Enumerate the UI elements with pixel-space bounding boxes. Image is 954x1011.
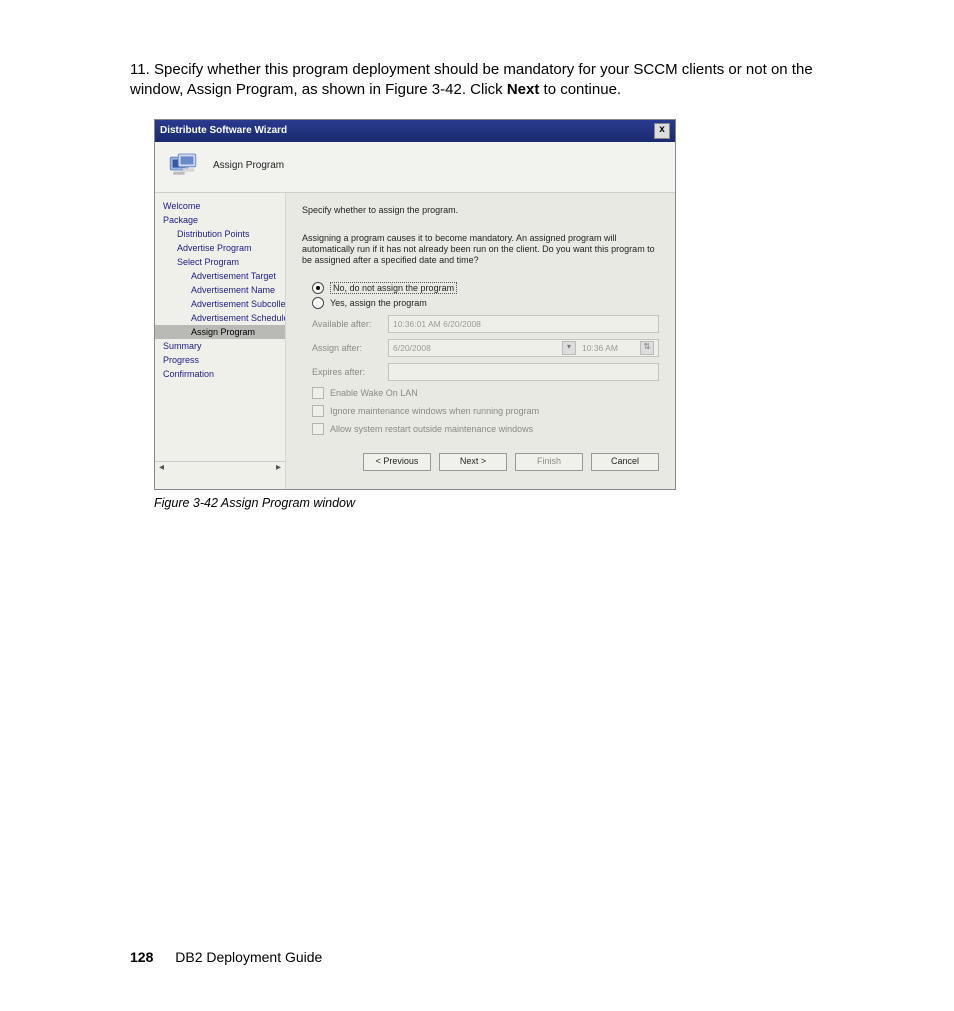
next-button[interactable]: Next > — [439, 453, 507, 471]
checkbox-allow-restart: Allow system restart outside maintenance… — [312, 423, 659, 435]
available-after-value: 10:36:01 AM 6/20/2008 — [388, 315, 659, 333]
sidebar-item-distribution-points[interactable]: Distribution Points — [155, 227, 285, 241]
wizard-window: Distribute Software Wizard x Assign Prog… — [154, 119, 676, 491]
sidebar-scrollbar[interactable]: ◂ ▸ — [155, 461, 285, 473]
checkbox-wake-on-lan: Enable Wake On LAN — [312, 387, 659, 399]
sidebar-item-summary[interactable]: Summary — [155, 339, 285, 353]
page-footer: 128 DB2 Deployment Guide — [130, 949, 322, 965]
previous-button[interactable]: < Previous — [363, 453, 431, 471]
spinner-icon: ⇅ — [640, 341, 654, 355]
sidebar-item-confirmation[interactable]: Confirmation — [155, 367, 285, 381]
sidebar-item-package[interactable]: Package — [155, 213, 285, 227]
assign-after-row: Assign after: 6/20/2008 ▾ 10:36 AM ⇅ — [312, 339, 659, 357]
checkbox-icon — [312, 405, 324, 417]
close-icon[interactable]: x — [654, 123, 670, 139]
titlebar: Distribute Software Wizard x — [155, 120, 675, 142]
description-text: Assigning a program causes it to become … — [302, 233, 659, 267]
sidebar-item-adv-subcollection[interactable]: Advertisement Subcollec — [155, 297, 285, 311]
assign-after-label: Assign after: — [312, 343, 388, 353]
assign-after-date-field: 6/20/2008 ▾ 10:36 AM ⇅ — [388, 339, 659, 357]
sidebar-item-assign-program[interactable]: Assign Program — [155, 325, 285, 339]
available-after-row: Available after: 10:36:01 AM 6/20/2008 — [312, 315, 659, 333]
sidebar-item-advertise-program[interactable]: Advertise Program — [155, 241, 285, 255]
page-number: 128 — [130, 949, 153, 965]
list-number: 11. — [130, 60, 154, 80]
wizard-header: Assign Program — [155, 142, 675, 193]
figure-caption: Figure 3-42 Assign Program window — [154, 496, 844, 510]
cancel-button[interactable]: Cancel — [591, 453, 659, 471]
wizard-main: Specify whether to assign the program. A… — [286, 193, 675, 490]
scroll-left-icon[interactable]: ◂ — [159, 462, 164, 473]
sidebar-item-adv-schedule[interactable]: Advertisement Schedule — [155, 311, 285, 325]
button-row: < Previous Next > Finish Cancel — [302, 435, 659, 481]
finish-button: Finish — [515, 453, 583, 471]
wizard-sidebar: Welcome Package Distribution Points Adve… — [155, 193, 286, 490]
scroll-right-icon[interactable]: ▸ — [276, 462, 281, 473]
window-title: Distribute Software Wizard — [160, 125, 287, 136]
sidebar-item-select-program[interactable]: Select Program — [155, 255, 285, 269]
checkbox-icon — [312, 423, 324, 435]
expires-after-row: Expires after: — [312, 363, 659, 381]
computer-icon — [167, 152, 199, 180]
sidebar-item-progress[interactable]: Progress — [155, 353, 285, 367]
dropdown-icon: ▾ — [562, 341, 576, 355]
radio-unselected-icon[interactable] — [312, 297, 324, 309]
header-title: Assign Program — [213, 160, 284, 171]
checkbox-ignore-maintenance: Ignore maintenance windows when running … — [312, 405, 659, 417]
doc-title: DB2 Deployment Guide — [175, 949, 322, 965]
radio-selected-icon[interactable] — [312, 282, 324, 294]
instruction-text: 11.Specify whether this program deployme… — [130, 60, 844, 101]
prompt-text: Specify whether to assign the program. — [302, 205, 659, 215]
checkbox-icon — [312, 387, 324, 399]
expires-after-label: Expires after: — [312, 367, 388, 377]
sidebar-item-welcome[interactable]: Welcome — [155, 199, 285, 213]
radio-yes-assign[interactable]: Yes, assign the program — [312, 297, 659, 309]
radio-no-assign[interactable]: No, do not assign the program — [312, 282, 659, 294]
available-after-label: Available after: — [312, 319, 388, 329]
radio-no-label: No, do not assign the program — [330, 282, 457, 294]
sidebar-item-adv-target[interactable]: Advertisement Target — [155, 269, 285, 283]
sidebar-item-adv-name[interactable]: Advertisement Name — [155, 283, 285, 297]
expires-after-field — [388, 363, 659, 381]
radio-yes-label: Yes, assign the program — [330, 298, 427, 308]
